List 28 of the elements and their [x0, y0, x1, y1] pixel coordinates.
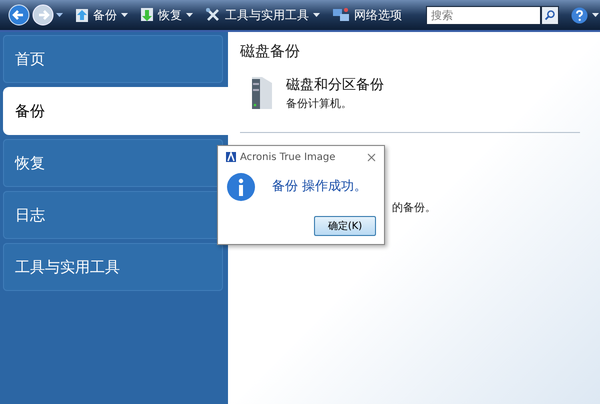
sidebar-item[interactable]: 首页 [3, 35, 223, 83]
sidebar-item[interactable]: 工具与实用工具 [3, 243, 223, 291]
toolbar-menu-button[interactable]: 工具与实用工具 [205, 6, 320, 24]
caret-icon[interactable] [592, 12, 599, 18]
search-field[interactable]: 搜索 [426, 6, 541, 24]
dialog-message: 备份 操作成功。 [272, 178, 368, 196]
toolbar-menu-button[interactable]: 网络选项 [332, 6, 402, 24]
tools-icon [205, 7, 221, 23]
disk-partition-backup-link[interactable]: 磁盘和分区备份 备份计算机。 [286, 74, 384, 112]
sidebar-item[interactable]: 恢复 [3, 139, 223, 187]
back-button[interactable] [8, 4, 30, 26]
close-icon[interactable] [367, 152, 376, 162]
app-logo-icon [226, 152, 236, 162]
forward-button[interactable] [32, 4, 54, 26]
download-arrow-icon [140, 7, 154, 23]
sidebar-item[interactable]: 备份 [3, 87, 228, 135]
caret-icon[interactable] [56, 12, 63, 18]
toolbar-menu-button[interactable]: 备份 [75, 6, 128, 24]
description-text: 的备份。 [392, 200, 437, 216]
network-icon [332, 7, 350, 23]
upload-arrow-icon [75, 7, 89, 23]
toolbar-menu-button[interactable]: 恢复 [140, 6, 193, 24]
info-icon [226, 172, 256, 202]
search-icon[interactable] [541, 6, 559, 24]
dialog-title: Acronis True Image [240, 150, 336, 164]
section-title: 磁盘备份 [240, 41, 301, 62]
ok-button[interactable]: 确定(K) [314, 216, 376, 236]
help-icon[interactable] [571, 6, 588, 24]
